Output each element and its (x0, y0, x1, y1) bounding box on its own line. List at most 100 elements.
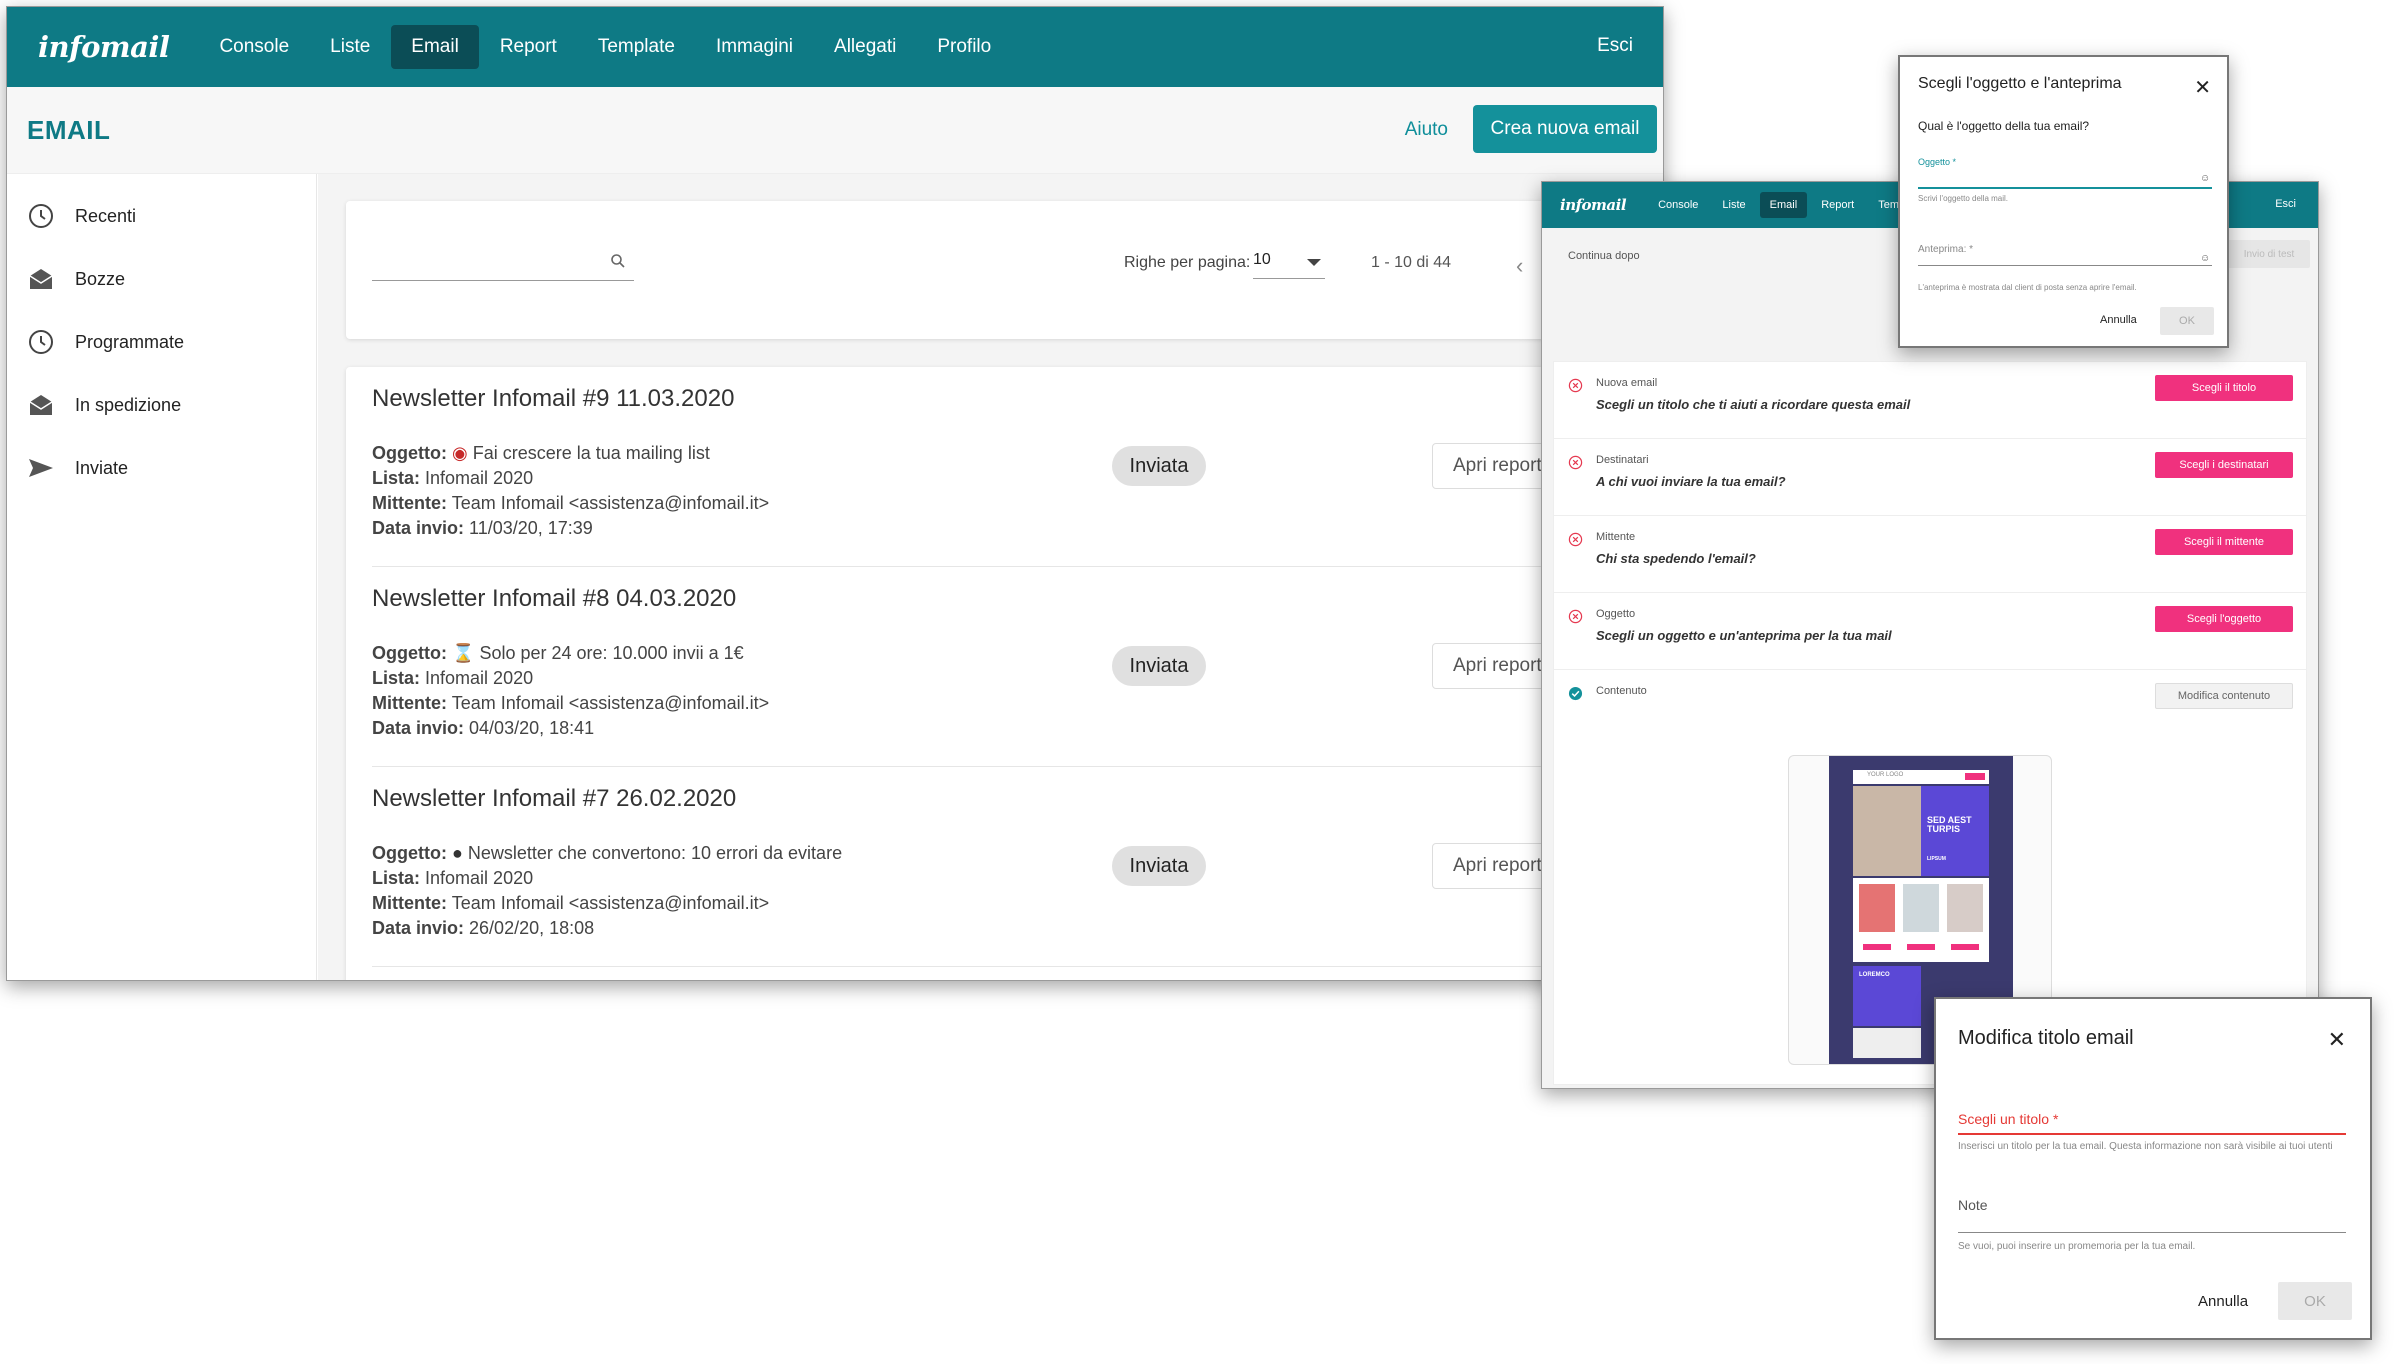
step-desc: Scegli un oggetto e un'anteprima per la … (1596, 628, 1892, 643)
step-contenuto: Contenuto Modifica contenuto (1554, 670, 2306, 747)
modal-title: Scegli l'oggetto e l'anteprima (1918, 75, 2122, 92)
page-title: EMAIL (27, 115, 111, 145)
sidebar-item-bozze[interactable]: Bozze (27, 265, 125, 293)
nav-immagini[interactable]: Immagini (696, 25, 813, 69)
sidebar-item-label: In spedizione (75, 394, 182, 415)
subject-help: Scrivi l'oggetto della mail. (1918, 194, 2009, 203)
preview-help: L'anteprima è mostrata dal client di pos… (1918, 283, 2137, 292)
status-badge: Inviata (1112, 846, 1206, 886)
cancel-button[interactable]: Annulla (2198, 1293, 2248, 1310)
choose-sender-button[interactable]: Scegli il mittente (2155, 529, 2293, 555)
top-navbar: infomail Console Liste Email Report Temp… (7, 7, 1663, 87)
product-button (1951, 944, 1979, 950)
mittente-label: Mittente: (372, 693, 447, 713)
choose-recipients-button[interactable]: Scegli i destinatari (2155, 452, 2293, 478)
sidebar-item-recenti[interactable]: Recenti (27, 202, 136, 230)
emoji-picker-icon[interactable]: ☺ (2200, 173, 2210, 184)
ok-button[interactable]: OK (2278, 1282, 2352, 1320)
close-icon[interactable]: ✕ (2194, 75, 2211, 100)
nav-allegati[interactable]: Allegati (814, 25, 916, 69)
ok-button[interactable]: OK (2160, 307, 2214, 335)
edit-title-modal: Modifica titolo email ✕ Scegli un titolo… (1934, 997, 2372, 1340)
nav-template[interactable]: Template (578, 25, 695, 69)
choose-subject-button[interactable]: Scegli l'oggetto (2155, 606, 2293, 632)
subject-underline (1918, 187, 2212, 189)
nav-console[interactable]: Console (1648, 192, 1708, 218)
title-underline (1958, 1133, 2346, 1135)
sidebar-item-label: Recenti (75, 205, 137, 226)
nav-liste[interactable]: Liste (310, 25, 390, 69)
check-circle-icon (1568, 686, 1583, 701)
rows-per-page-select[interactable]: 10 (1253, 251, 1325, 279)
title-help: Inserisci un titolo per la tua email. Qu… (1958, 1141, 2333, 1152)
infomail-logo[interactable]: infomail (1560, 196, 1627, 214)
help-link[interactable]: Aiuto (1405, 119, 1448, 141)
sidebar-item-label: Programmate (75, 331, 185, 352)
email-meta: Oggetto: ◉ Fai crescere la tua mailing l… (372, 441, 769, 541)
step-label: Oggetto (1596, 608, 1636, 620)
sidebar-item-inviate[interactable]: Inviate (27, 454, 128, 482)
error-circle-icon (1568, 378, 1583, 393)
product-image (1947, 884, 1983, 932)
error-circle-icon (1568, 455, 1583, 470)
preview-footer-image (1853, 1028, 1921, 1058)
test-send-button[interactable]: Invio di test (2228, 240, 2310, 268)
preview-underline (1918, 265, 2212, 266)
email-list-card: Newsletter Infomail #9 11.03.2020 Oggett… (346, 367, 1663, 980)
sidebar-item-programmate[interactable]: Programmate (27, 328, 184, 356)
create-email-button[interactable]: Crea nuova email (1473, 105, 1657, 153)
nav-profilo[interactable]: Profilo (917, 25, 1011, 69)
email-list-area: Righe per pagina: 10 1 - 10 di 44 ‹ News… (318, 174, 1663, 980)
cancel-button[interactable]: Annulla (2100, 314, 2137, 326)
email-row: Newsletter Infomail #8 04.03.2020 Oggett… (372, 567, 1663, 767)
modal-title: Modifica titolo email (1958, 1027, 2134, 1049)
email-meta: Oggetto: ⌛ Solo per 24 ore: 10.000 invii… (372, 641, 769, 741)
hourglass-icon: ⌛ (452, 643, 475, 663)
sidebar-item-in-spedizione[interactable]: In spedizione (27, 391, 181, 419)
subject-input[interactable] (1918, 165, 2212, 187)
nav-console[interactable]: Console (199, 25, 309, 69)
preview-button (1965, 773, 1985, 780)
step-label: Mittente (1596, 531, 1636, 543)
nav-report[interactable]: Report (480, 25, 577, 69)
nav-liste[interactable]: Liste (1712, 192, 1755, 218)
step-label: Destinatari (1596, 454, 1649, 466)
notes-textarea[interactable] (1958, 1189, 2346, 1231)
preview-input[interactable] (1918, 237, 2212, 263)
edit-content-button[interactable]: Modifica contenuto (2155, 683, 2293, 709)
infomail-logo[interactable]: infomail (38, 30, 170, 64)
email-title[interactable]: Newsletter Infomail #8 04.03.2020 (372, 585, 736, 613)
chevron-left-icon[interactable]: ‹ (1516, 253, 1523, 279)
data-label: Data invio: (372, 518, 465, 538)
nav-email[interactable]: Email (1759, 192, 1808, 218)
lista-label: Lista: (372, 668, 421, 688)
email-list-window: infomail Console Liste Email Report Temp… (6, 6, 1664, 981)
error-circle-icon (1568, 609, 1583, 624)
data-value: 11/03/20, 17:39 (469, 518, 593, 538)
logout-link[interactable]: Esci (1597, 35, 1633, 57)
nav-report[interactable]: Report (1811, 192, 1864, 218)
emoji-picker-icon[interactable]: ☺ (2200, 253, 2210, 264)
email-title[interactable]: Newsletter Infomail #7 26.02.2020 (372, 785, 736, 813)
list-toolbar-card: Righe per pagina: 10 1 - 10 di 44 ‹ (346, 201, 1663, 339)
title-input[interactable] (1958, 1103, 2346, 1133)
notes-underline (1958, 1232, 2346, 1233)
product-image (1859, 884, 1895, 932)
close-icon[interactable]: ✕ (2328, 1027, 2346, 1053)
send-icon (29, 459, 53, 477)
choose-title-button[interactable]: Scegli il titolo (2155, 375, 2293, 401)
modal-question: Qual è l'oggetto della tua email? (1918, 119, 2090, 133)
oggetto-value: Fai crescere la tua mailing list (472, 443, 710, 463)
email-title[interactable]: Newsletter Infomail #9 11.03.2020 (372, 385, 734, 413)
emoji-icon: ◉ (452, 443, 468, 463)
email-row: Newsletter Infomail #9 11.03.2020 Oggett… (372, 367, 1663, 567)
logout-link[interactable]: Esci (2275, 198, 2296, 210)
envelope-open-icon (29, 395, 53, 415)
nav-email[interactable]: Email (391, 25, 479, 69)
continue-later-link[interactable]: Continua dopo (1568, 250, 1640, 262)
rows-per-page-label: Righe per pagina: (1124, 254, 1251, 271)
pagination-range: 1 - 10 di 44 (1371, 254, 1452, 271)
mittente-label: Mittente: (372, 493, 447, 513)
search-input[interactable] (372, 251, 634, 281)
data-label: Data invio: (372, 918, 465, 938)
